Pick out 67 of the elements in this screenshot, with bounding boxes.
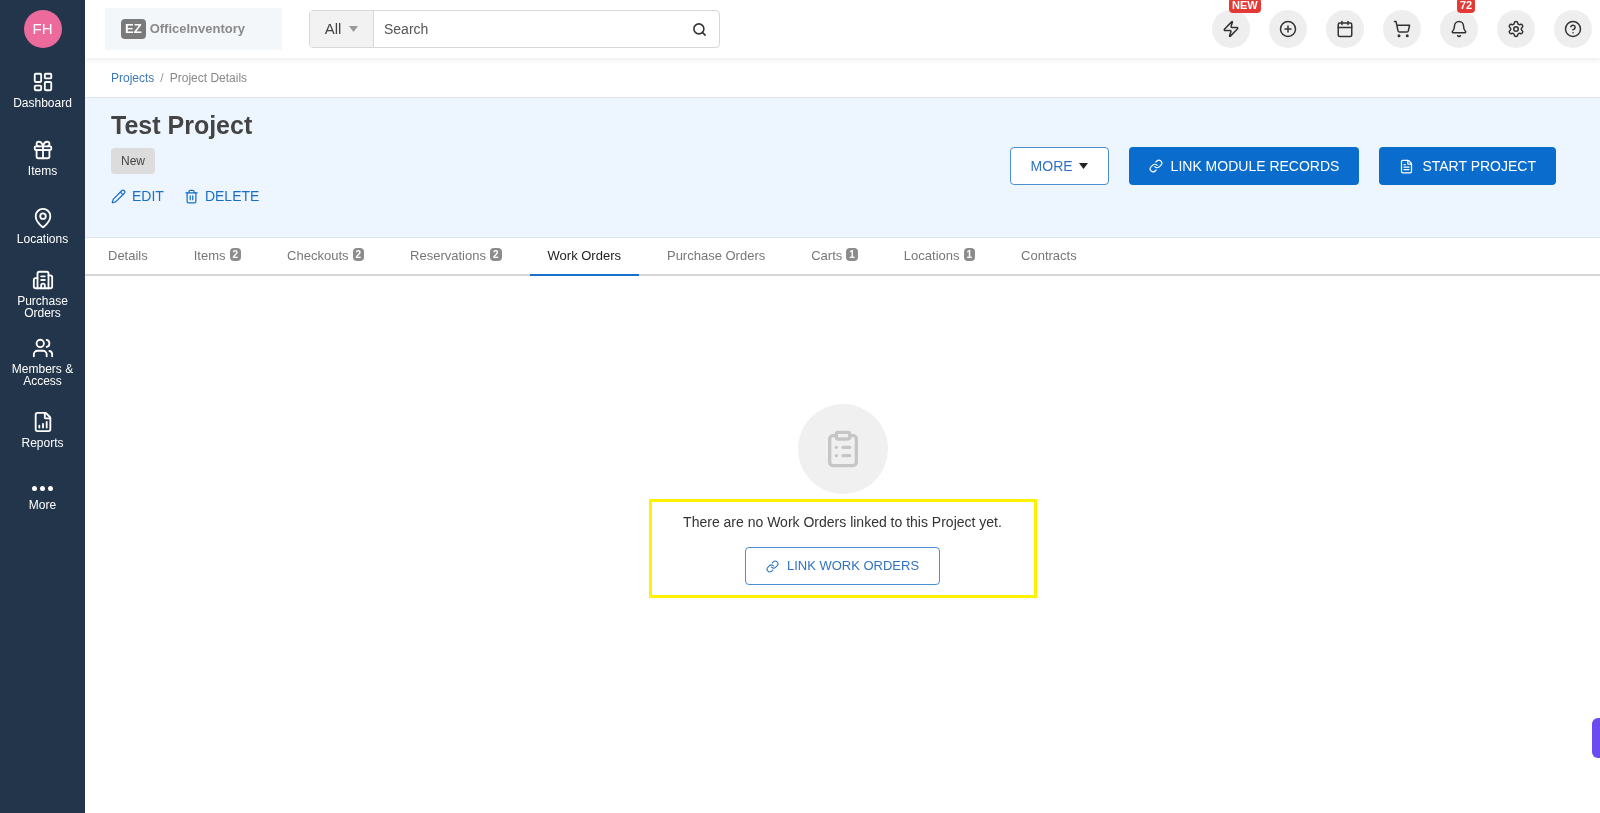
- plus-circle-icon: [1279, 20, 1297, 38]
- delete-link[interactable]: DELETE: [183, 186, 260, 207]
- bell-icon: [1450, 20, 1468, 38]
- more-button[interactable]: MORE: [1009, 147, 1109, 185]
- sidebar-item[interactable]: Reports: [0, 396, 85, 464]
- tab[interactable]: Carts 1: [793, 238, 876, 276]
- sidebar-item[interactable]: Purchase Orders: [0, 260, 85, 328]
- sidebar-item[interactable]: Locations: [0, 192, 85, 260]
- sidebar-item[interactable]: Dashboard: [0, 56, 85, 124]
- breadcrumb-link[interactable]: Projects: [111, 68, 155, 87]
- sidebar-item[interactable]: Items: [0, 124, 85, 192]
- gift-icon: [31, 139, 54, 161]
- caret-icon: [349, 26, 359, 32]
- count-badge: 2: [229, 247, 242, 261]
- tab[interactable]: Contracts: [1003, 238, 1095, 276]
- logo[interactable]: EZ OfficeInventory: [105, 8, 282, 50]
- breadcrumb-current: Project Details: [169, 69, 248, 87]
- people-icon: [31, 337, 54, 359]
- sidebar-item[interactable]: Members & Access: [0, 328, 85, 396]
- tab[interactable]: Purchase Orders: [648, 238, 784, 276]
- avatar[interactable]: FH: [23, 10, 62, 48]
- settings-icon: [1507, 20, 1525, 38]
- tab[interactable]: Checkouts 2: [269, 238, 383, 276]
- cart-icon: [1393, 20, 1411, 38]
- link-records-button[interactable]: LINK MODULE RECORDS: [1128, 147, 1360, 185]
- empty-state-message: There are no Work Orders linked to this Project yet.: [683, 513, 1002, 532]
- document-icon: [1399, 158, 1415, 174]
- calendar-icon: [1336, 20, 1354, 38]
- link-icon: [1148, 159, 1163, 173]
- start-project-button[interactable]: START PROJECT: [1379, 147, 1556, 185]
- lightning-icon: [1222, 20, 1240, 38]
- tab[interactable]: Reservations 2: [392, 238, 520, 276]
- tab[interactable]: Details: [90, 238, 166, 276]
- count-badge: 2: [489, 247, 502, 261]
- toolbar-button[interactable]: [1554, 10, 1592, 48]
- trash-icon: [183, 189, 199, 204]
- count-badge: 2: [352, 247, 365, 261]
- scope-dropdown[interactable]: All: [310, 11, 374, 47]
- building-icon: [31, 269, 54, 291]
- tab[interactable]: Items 2: [175, 238, 260, 276]
- tab[interactable]: Locations 1: [885, 238, 994, 276]
- toolbar-button[interactable]: [1497, 10, 1535, 48]
- project-title: Test Project: [111, 110, 254, 140]
- toolbar-button[interactable]: [1212, 10, 1250, 48]
- link-work-orders-button[interactable]: LINK WORK ORDERS: [744, 547, 941, 585]
- search-icon[interactable]: [692, 21, 707, 37]
- count-badge: 1: [963, 247, 976, 261]
- edit-link[interactable]: EDIT: [111, 186, 164, 207]
- sidebar-item[interactable]: More: [0, 464, 85, 532]
- dots-icon: [32, 485, 53, 491]
- status-badge: New: [111, 148, 155, 174]
- count-badge: 1: [846, 247, 858, 261]
- chat-widget-tab[interactable]: [1592, 718, 1600, 758]
- search-field[interactable]: All Search: [309, 10, 720, 48]
- chart-icon: [31, 71, 54, 93]
- link-icon: [765, 559, 779, 573]
- breadcrumb-separator: /: [160, 69, 164, 87]
- toolbar-button[interactable]: [1383, 10, 1421, 48]
- badge: 72: [1457, 0, 1476, 13]
- caret-icon: [1078, 163, 1088, 169]
- toolbar-button[interactable]: [1440, 10, 1478, 48]
- pencil-icon: [111, 189, 126, 204]
- toolbar-button[interactable]: [1269, 10, 1307, 48]
- toolbar-button[interactable]: [1326, 10, 1364, 48]
- badge: NEW: [1229, 0, 1261, 13]
- help-icon: [1564, 20, 1582, 38]
- tab[interactable]: Work Orders: [529, 238, 639, 276]
